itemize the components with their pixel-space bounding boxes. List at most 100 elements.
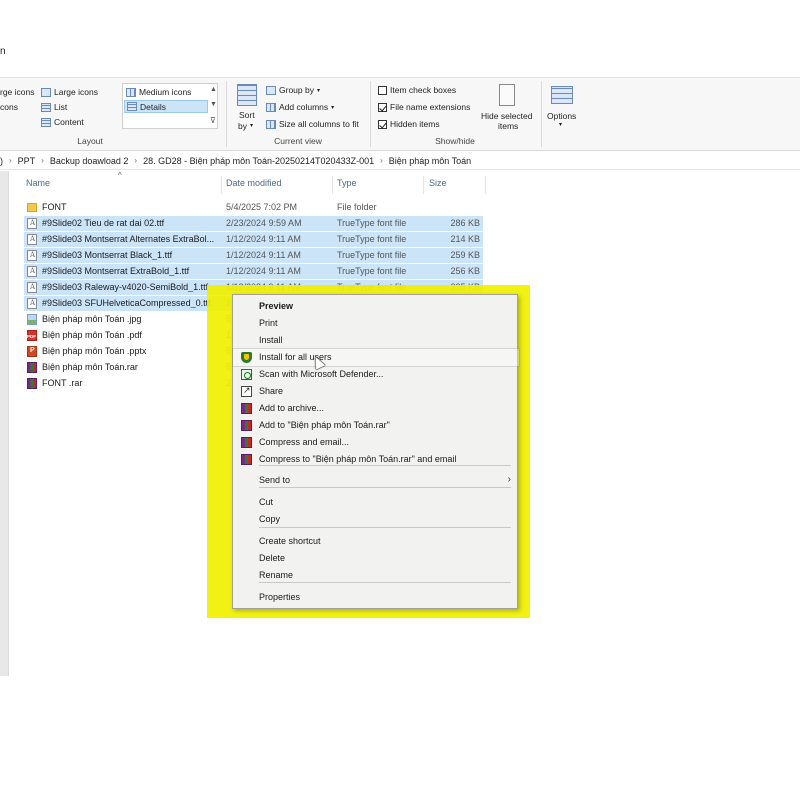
font-file-icon bbox=[27, 266, 37, 277]
submenu-chevron-icon: › bbox=[507, 474, 511, 485]
group-by-button[interactable]: Group by ▾ bbox=[266, 85, 320, 95]
column-divider[interactable] bbox=[332, 176, 333, 194]
file-name: #9Slide03 Raleway-v4020-SemiBold_1.ttf bbox=[42, 282, 209, 292]
menu-item-copy[interactable]: Copy bbox=[233, 511, 519, 528]
file-name-extensions-toggle[interactable]: File name extensions bbox=[378, 102, 470, 112]
column-header-name[interactable]: Name bbox=[26, 178, 50, 188]
menu-item-install[interactable]: Install bbox=[233, 332, 519, 349]
hide-selected-label: Hide selected bbox=[481, 111, 533, 121]
file-name: #9Slide03 Montserrat ExtraBold_1.ttf bbox=[42, 266, 190, 276]
layout-details[interactable]: Details bbox=[124, 100, 208, 113]
menu-item-cut[interactable]: Cut bbox=[233, 494, 519, 511]
file-name: #9Slide02 Tieu de rat dai 02.ttf bbox=[42, 218, 165, 228]
options-dropdown-icon: ▾ bbox=[559, 122, 563, 128]
column-header-date[interactable]: Date modified bbox=[226, 178, 282, 188]
breadcrumb-item[interactable]: Backup doawload 2 bbox=[50, 156, 129, 166]
file-date-modified: 1/12/2024 9:11 AM bbox=[226, 234, 301, 244]
item-check-boxes-toggle[interactable]: Item check boxes bbox=[378, 85, 456, 95]
navigation-pane-scrollbar[interactable] bbox=[0, 171, 9, 676]
file-row[interactable]: #9Slide03 Montserrat Alternates ExtraBol… bbox=[24, 232, 483, 247]
layout-medium-icons[interactable]: Medium icons bbox=[126, 87, 191, 97]
menu-item-add-to-bi-n-ph-p-m-n-to-n-rar[interactable]: Add to "Biện pháp môn Toán.rar" bbox=[233, 417, 519, 434]
breadcrumb-item[interactable]: PPT bbox=[18, 156, 36, 166]
font-file-icon bbox=[27, 298, 37, 309]
column-divider[interactable] bbox=[485, 176, 486, 194]
file-row[interactable]: #9Slide02 Tieu de rat dai 02.ttf 2/23/202… bbox=[24, 216, 483, 231]
file-name: Biện pháp môn Toán.rar bbox=[42, 362, 138, 372]
menu-item-print[interactable]: Print bbox=[233, 315, 519, 332]
options-icon bbox=[551, 86, 573, 104]
breadcrumb-item[interactable]: 28. GD28 - Biện pháp môn Toán-20250214T0… bbox=[143, 156, 374, 166]
file-name: Biện pháp môn Toán .jpg bbox=[42, 314, 142, 324]
column-header-size[interactable]: Size bbox=[429, 178, 447, 188]
menu-item-add-to-archive[interactable]: Add to archive... bbox=[233, 400, 519, 417]
pdf-file-icon bbox=[27, 330, 37, 341]
file-row[interactable]: #9Slide03 Montserrat ExtraBold_1.ttf 1/12… bbox=[24, 264, 483, 279]
add-columns-button[interactable]: Add columns ▾ bbox=[266, 102, 334, 112]
rar-file-icon bbox=[27, 378, 37, 389]
size-all-columns-button[interactable]: Size all columns to fit bbox=[266, 119, 359, 129]
jpg-file-icon bbox=[27, 314, 37, 325]
file-row[interactable]: #9Slide03 Montserrat Black_1.ttf 1/12/202… bbox=[24, 248, 483, 263]
file-name: #9Slide03 SFUHelveticaCompressed_0.ttf bbox=[42, 298, 211, 308]
menu-item-properties[interactable]: Properties bbox=[233, 589, 519, 606]
layout-content[interactable]: Content bbox=[41, 117, 84, 127]
chevron-right-icon: › bbox=[134, 156, 138, 165]
add-columns-icon bbox=[266, 102, 276, 112]
menu-item-label: Delete bbox=[259, 553, 286, 563]
layout-large-icons-partial[interactable]: rge icons bbox=[0, 87, 35, 97]
options-label: Options bbox=[547, 111, 577, 121]
menu-item-label: Send to bbox=[259, 475, 291, 485]
menu-item-scan-with-microsoft-defender[interactable]: Scan with Microsoft Defender... bbox=[233, 366, 519, 383]
breadcrumb-item[interactable]: Biện pháp môn Toán bbox=[389, 156, 471, 166]
menu-item-share[interactable]: Share bbox=[233, 383, 519, 400]
folder-icon bbox=[27, 203, 37, 212]
menu-item-install-for-all-users[interactable]: Install for all users bbox=[232, 348, 520, 367]
file-date-modified: 5/4/2025 7:02 PM bbox=[226, 202, 298, 212]
layout-scroll-up-icon[interactable]: ▲ bbox=[210, 86, 217, 93]
file-name: FONT bbox=[42, 202, 67, 212]
file-type: File folder bbox=[337, 202, 377, 212]
options-button[interactable]: Options ▾ bbox=[545, 83, 581, 133]
winrar-icon bbox=[241, 403, 252, 414]
layout-scroll-down-icon[interactable]: ▼ bbox=[210, 101, 217, 108]
sort-dropdown-icon: ▾ bbox=[250, 123, 254, 129]
hide-selected-items-button[interactable]: Hide selected items bbox=[480, 83, 538, 133]
column-divider[interactable] bbox=[221, 176, 222, 194]
file-name-extensions-checkbox[interactable] bbox=[378, 102, 387, 112]
item-check-boxes-checkbox[interactable] bbox=[378, 85, 387, 95]
address-bar[interactable]: ) › PPT › Backup doawload 2 › 28. GD28 -… bbox=[0, 152, 800, 170]
menu-item-delete[interactable]: Delete bbox=[233, 550, 519, 567]
file-type: TrueType font file bbox=[337, 218, 407, 228]
menu-item-create-shortcut[interactable]: Create shortcut bbox=[233, 533, 519, 550]
file-size: 286 KB bbox=[450, 218, 480, 228]
layout-large-icons[interactable]: Large icons bbox=[41, 87, 98, 97]
file-date-modified: 1/12/2024 9:11 AM bbox=[226, 250, 301, 260]
sort-by-button[interactable]: Sort by ▾ bbox=[233, 83, 261, 133]
sort-icon bbox=[237, 84, 257, 106]
ribbon-separator bbox=[226, 81, 227, 147]
layout-cons-partial[interactable]: cons bbox=[0, 102, 18, 112]
file-date-modified: 1/12/2024 9:11 AM bbox=[226, 266, 301, 276]
file-row[interactable]: FONT 5/4/2025 7:02 PM File folder bbox=[24, 200, 483, 215]
chevron-right-icon: › bbox=[9, 156, 12, 165]
menu-item-compress-and-email[interactable]: Compress and email... bbox=[233, 434, 519, 451]
layout-list[interactable]: List bbox=[41, 102, 67, 112]
file-type: TrueType font file bbox=[337, 266, 407, 276]
file-size: 259 KB bbox=[450, 250, 480, 260]
layout-expand-icon[interactable]: ⊽ bbox=[210, 116, 216, 125]
ribbon-separator bbox=[541, 81, 542, 147]
winrar-icon bbox=[241, 454, 252, 465]
menu-item-preview[interactable]: Preview bbox=[233, 298, 519, 315]
menu-item-label: Cut bbox=[259, 497, 274, 507]
menu-item-label: Scan with Microsoft Defender... bbox=[259, 369, 384, 379]
file-name: Biện pháp môn Toán .pptx bbox=[42, 346, 147, 356]
menu-separator bbox=[259, 527, 511, 528]
rar-file-icon bbox=[27, 362, 37, 373]
pptx-file-icon bbox=[27, 346, 37, 357]
column-header-type[interactable]: Type bbox=[337, 178, 357, 188]
hidden-items-checkbox[interactable] bbox=[378, 119, 387, 129]
hidden-items-toggle[interactable]: Hidden items bbox=[378, 119, 440, 129]
file-size: 214 KB bbox=[450, 234, 480, 244]
column-divider[interactable] bbox=[423, 176, 424, 194]
